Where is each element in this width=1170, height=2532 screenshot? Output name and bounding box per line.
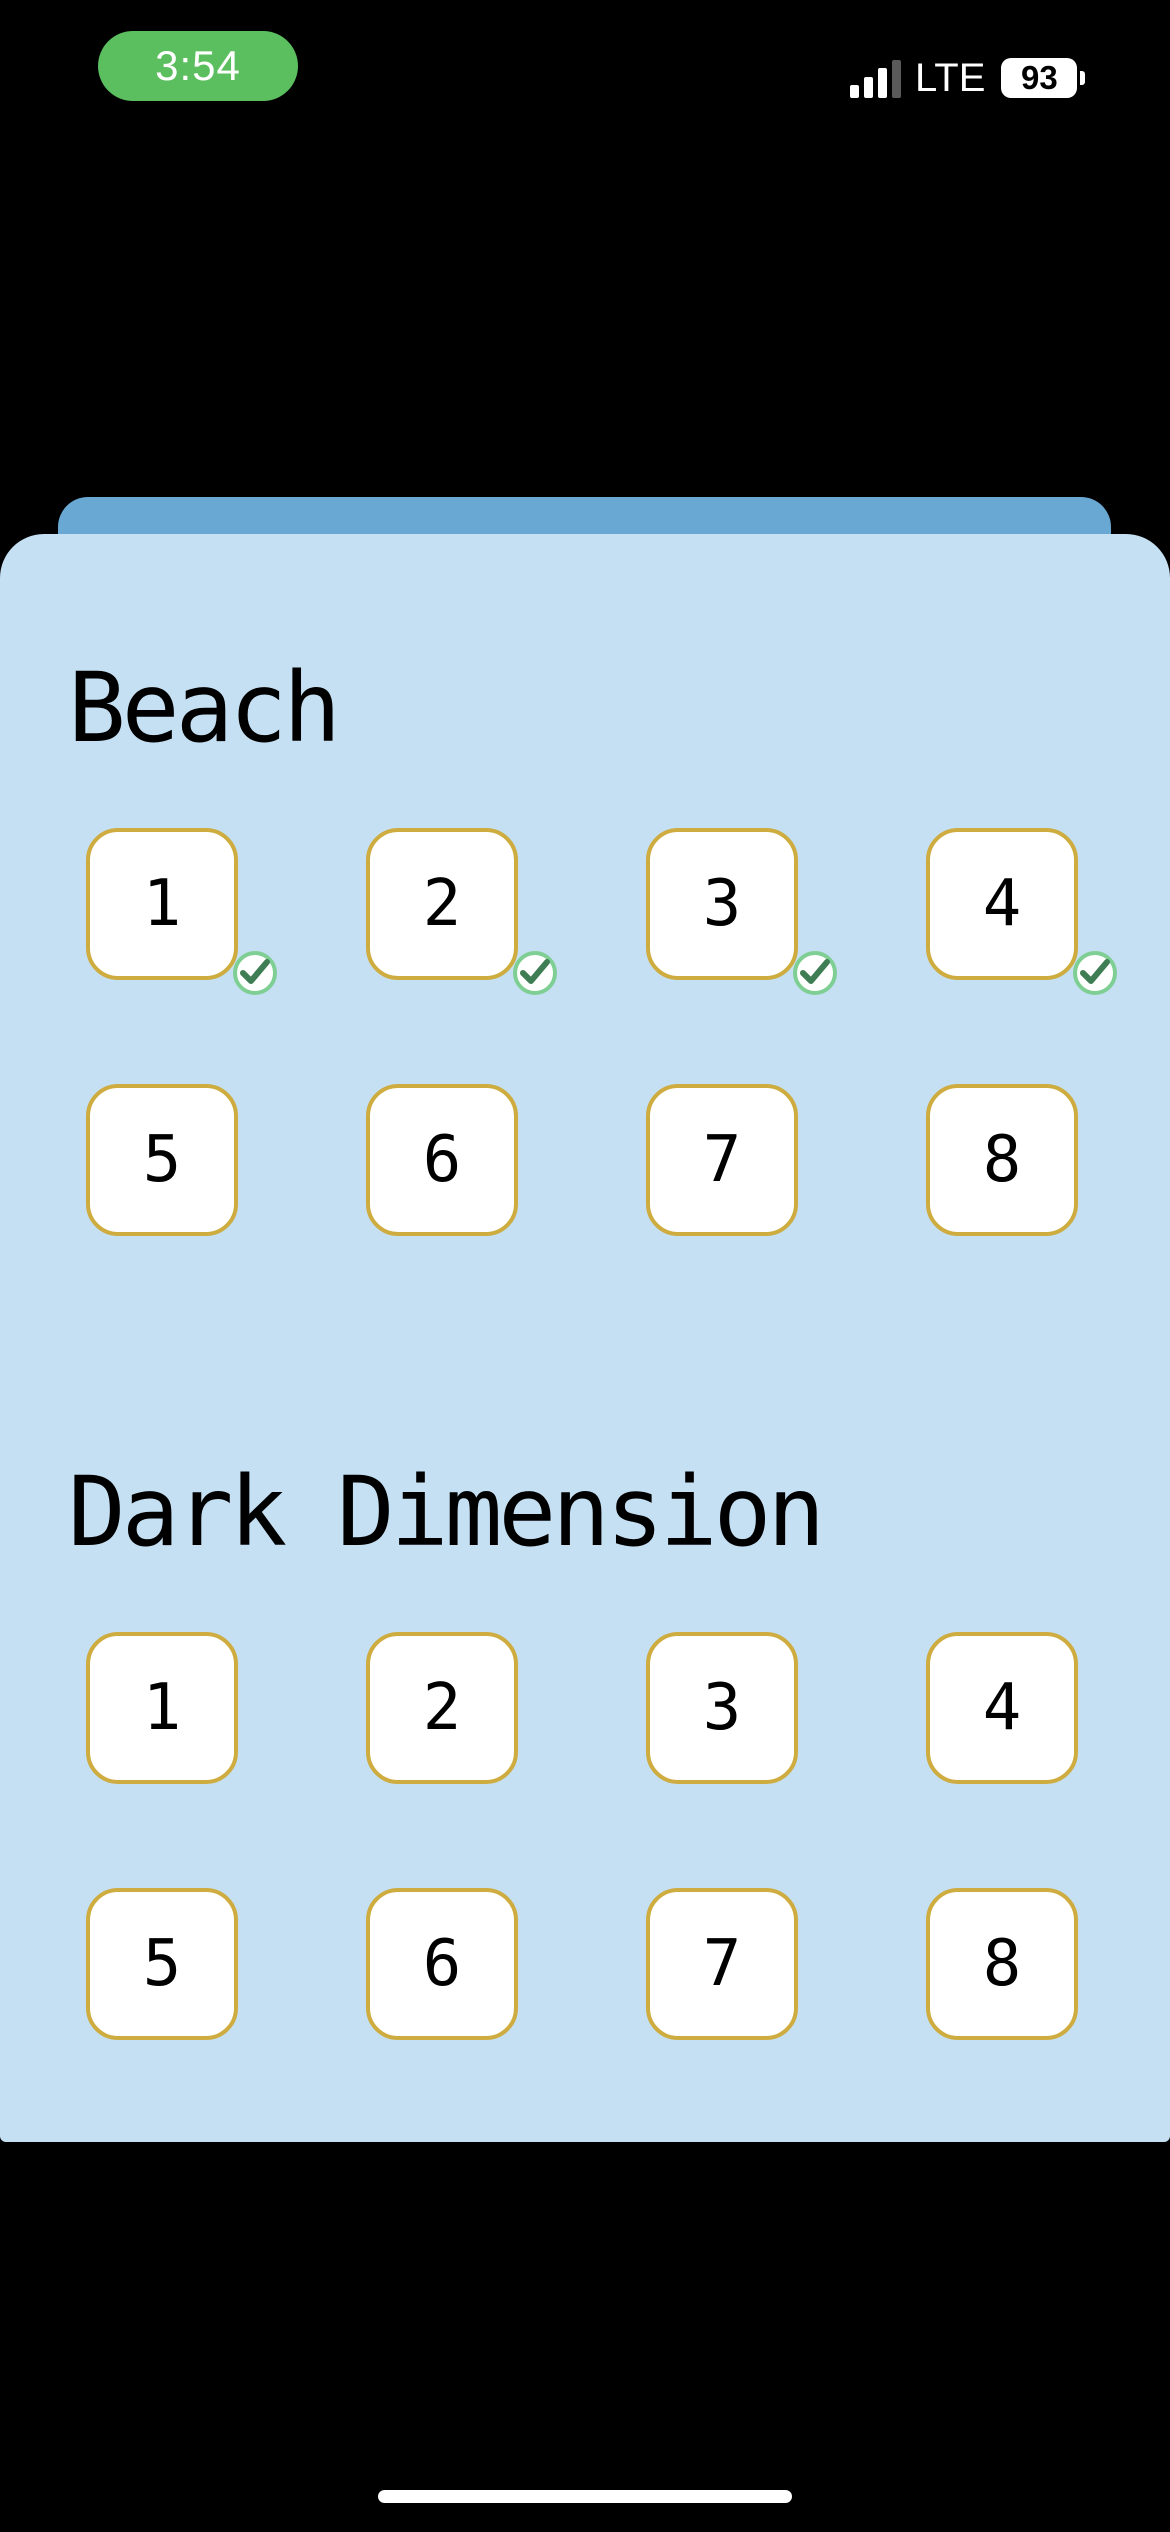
check-circle-icon xyxy=(513,951,557,995)
level-button[interactable]: 5 xyxy=(86,1888,238,2040)
level-button[interactable]: 3 xyxy=(646,1632,798,1784)
level-number: 7 xyxy=(702,1123,742,1197)
level-number: 4 xyxy=(982,867,1022,941)
signal-bar xyxy=(864,77,873,98)
level-button[interactable]: 4 xyxy=(926,828,1117,995)
level-number: 5 xyxy=(142,1927,182,2001)
level-number: 4 xyxy=(982,1671,1022,1745)
level-button[interactable]: 5 xyxy=(86,1084,238,1236)
level-button[interactable]: 7 xyxy=(646,1888,798,2040)
signal-bar xyxy=(892,60,901,98)
battery-icon: 93 xyxy=(1001,58,1086,98)
level-number: 1 xyxy=(142,867,182,941)
home-indicator[interactable] xyxy=(378,2490,792,2503)
signal-bar xyxy=(850,85,859,98)
status-indicators: LTE 93 xyxy=(850,55,1086,101)
level-button[interactable]: 8 xyxy=(926,1888,1078,2040)
level-button[interactable]: 7 xyxy=(646,1084,798,1236)
status-time: 3:54 xyxy=(98,31,298,101)
level-button[interactable]: 3 xyxy=(646,828,837,995)
level-button[interactable]: 1 xyxy=(86,828,277,995)
level-number: 5 xyxy=(142,1123,182,1197)
battery-level: 93 xyxy=(1001,58,1078,98)
level-button[interactable]: 1 xyxy=(86,1632,238,1784)
signal-bar xyxy=(878,68,887,98)
level-number: 3 xyxy=(702,867,742,941)
cellular-signal-icon xyxy=(850,58,901,98)
level-select-card: Beach 1 2 3 4 5 6 7 8 Dark Dimension 1 2 3 4 5 6 7 8 xyxy=(0,534,1170,2142)
check-circle-icon xyxy=(793,951,837,995)
level-number: 2 xyxy=(422,1671,462,1745)
level-number: 8 xyxy=(982,1123,1022,1197)
world-title-beach: Beach xyxy=(68,652,341,764)
level-button[interactable]: 6 xyxy=(366,1084,518,1236)
battery-tip xyxy=(1080,71,1086,85)
level-button[interactable]: 4 xyxy=(926,1632,1078,1784)
level-number: 6 xyxy=(422,1927,462,2001)
level-button[interactable]: 2 xyxy=(366,1632,518,1784)
level-number: 6 xyxy=(422,1123,462,1197)
level-number: 1 xyxy=(142,1671,182,1745)
level-number: 2 xyxy=(422,867,462,941)
level-button[interactable]: 6 xyxy=(366,1888,518,2040)
world-title-dark-dimension: Dark Dimension xyxy=(68,1456,825,1568)
level-number: 3 xyxy=(702,1671,742,1745)
level-number: 8 xyxy=(982,1927,1022,2001)
level-button[interactable]: 8 xyxy=(926,1084,1078,1236)
check-circle-icon xyxy=(233,951,277,995)
level-number: 7 xyxy=(702,1927,742,2001)
network-type: LTE xyxy=(915,55,986,100)
check-circle-icon xyxy=(1073,951,1117,995)
level-button[interactable]: 2 xyxy=(366,828,557,995)
